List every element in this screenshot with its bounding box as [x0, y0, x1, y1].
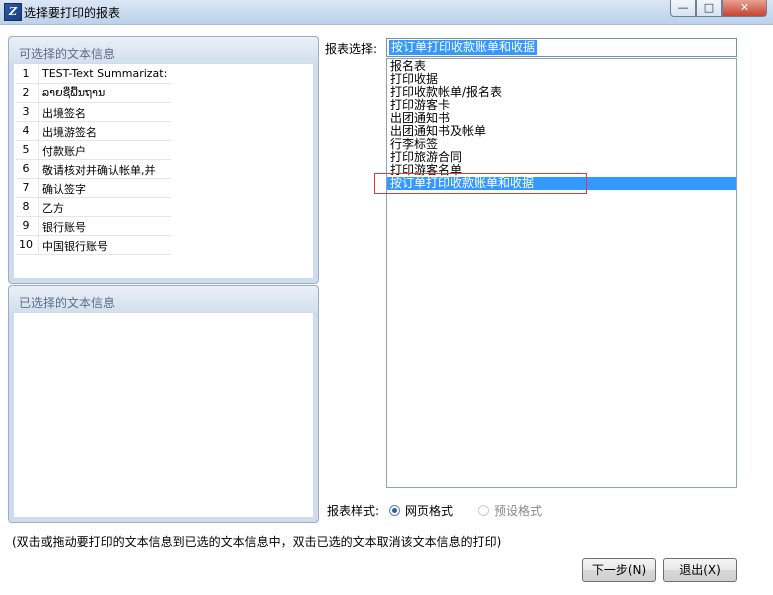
report-style-label: 报表样式:: [327, 504, 380, 518]
available-text-list[interactable]: 1 TEST-Text Summarizat: 2 ລາຍຊື່ພື້ນຖານ 3 出境签…: [14, 64, 313, 278]
available-rows: 1 TEST-Text Summarizat: 2 ລາຍຊື່ພື້ນຖານ 3 出境签…: [16, 65, 171, 255]
list-item[interactable]: 8 乙方: [16, 198, 171, 217]
row-divider: [38, 122, 39, 140]
row-number: 5: [22, 143, 30, 156]
row-number: 6: [22, 162, 30, 175]
row-divider: [38, 65, 39, 83]
row-text: 确认签字: [42, 183, 86, 196]
annotation-highlight-box: [374, 173, 587, 194]
report-listbox[interactable]: 报名表 打印收据 打印收款帐单/报名表 打印游客卡 出团通知书 出团通知书及帐单 行李标签打…: [386, 58, 737, 488]
exit-button[interactable]: 退出(X): [663, 558, 737, 582]
row-text: 乙方: [42, 202, 64, 215]
row-divider: [38, 236, 39, 254]
row-text: TEST-Text Summarizat:: [42, 67, 168, 80]
available-panel-header: 可选择的文本信息: [9, 37, 318, 63]
minimize-button[interactable]: —: [670, 0, 696, 17]
close-button[interactable]: ✕: [722, 0, 767, 17]
row-divider: [38, 84, 39, 102]
list-item[interactable]: 2 ລາຍຊື່ພື້ນຖານ: [16, 84, 171, 103]
list-item[interactable]: 10 中国银行账号: [16, 236, 171, 255]
row-number: 3: [22, 105, 30, 118]
instruction-hint: (双击或拖动要打印的文本信息到已选的文本信息中，双击已选的文本取消该文本信息的打…: [12, 535, 502, 549]
row-number: 2: [22, 86, 30, 99]
list-item[interactable]: 3 出境签名: [16, 103, 171, 122]
list-item[interactable]: 9 银行账号: [16, 217, 171, 236]
row-text: 出境游签名: [42, 126, 97, 139]
row-number: 1: [22, 67, 30, 80]
report-select-value: 按订单打印收款账单和收据: [389, 40, 538, 55]
web-format-radio[interactable]: [389, 505, 400, 516]
row-divider: [38, 160, 39, 178]
report-select-label: 报表选择:: [325, 42, 378, 56]
row-divider: [38, 179, 39, 197]
row-divider: [38, 217, 39, 235]
row-number: 7: [22, 181, 30, 194]
list-item[interactable]: 6 敬请核对并确认帐单,并: [16, 160, 171, 179]
available-panel-title: 可选择的文本信息: [19, 47, 116, 61]
row-text: 敬请核对并确认帐单,并: [42, 164, 156, 177]
row-text: 付款账户: [42, 145, 86, 158]
report-select-input[interactable]: 按订单打印收款账单和收据: [386, 38, 737, 57]
row-text: 银行账号: [42, 221, 86, 234]
web-format-label[interactable]: 网页格式: [405, 502, 453, 519]
row-number: 4: [22, 124, 30, 137]
selected-text-panel: 已选择的文本信息: [8, 285, 319, 523]
row-text: ລາຍຊື່ພື້ນຖານ: [42, 86, 106, 99]
preset-format-label: 预设格式: [494, 504, 543, 518]
row-number: 10: [19, 238, 33, 251]
selected-panel-title: 已选择的文本信息: [19, 296, 116, 310]
selected-panel-header: 已选择的文本信息: [9, 286, 318, 312]
row-text: 出境签名: [42, 107, 86, 120]
title-bar: Z 选择要打印的报表 — □ ✕: [0, 0, 773, 25]
row-divider: [38, 141, 39, 159]
row-number: 8: [22, 200, 30, 213]
list-item[interactable]: 5 付款账户: [16, 141, 171, 160]
next-button[interactable]: 下一步(N): [582, 558, 656, 582]
preset-format-radio[interactable]: [478, 505, 489, 516]
available-text-panel: 可选择的文本信息 1 TEST-Text Summarizat: 2 ລາຍຊື່ພື…: [8, 36, 319, 284]
selected-text-list[interactable]: [14, 313, 313, 517]
list-item[interactable]: 7 确认签字: [16, 179, 171, 198]
list-item[interactable]: 4 出境游签名: [16, 122, 171, 141]
list-item[interactable]: 1 TEST-Text Summarizat:: [16, 65, 171, 84]
row-divider: [38, 103, 39, 121]
row-divider: [38, 198, 39, 216]
app-icon: Z: [4, 3, 22, 21]
window-title: 选择要打印的报表: [24, 6, 121, 20]
row-number: 9: [22, 219, 30, 232]
maximize-button[interactable]: □: [696, 0, 722, 17]
row-text: 中国银行账号: [42, 240, 108, 253]
